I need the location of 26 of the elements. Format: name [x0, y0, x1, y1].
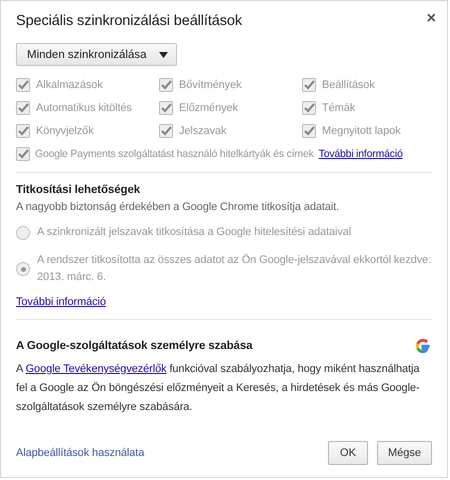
checkbox-label: Bővítmények — [179, 79, 242, 91]
checkbox-label: Előzmények — [179, 102, 238, 114]
radio-label: A szinkronizált jelszavak titkosítása a Google hitelesítési adataival — [37, 225, 352, 240]
more-info-link[interactable]: További információ — [16, 296, 106, 308]
activity-controls-link[interactable]: Google Tevékenységvezérlők — [26, 363, 166, 375]
use-defaults-link[interactable]: Alapbeállítások használata — [16, 447, 144, 459]
personalization-description: A Google Tevékenységvezérlők funkcióval szabályozhatja, hogy miként használhatja fel a Google az Ön böngészési előzményeit a Keresés, a hirdetések és más Google-szolgáltatások személyre szabására. — [16, 362, 421, 415]
close-button[interactable]: × — [426, 11, 436, 27]
google-logo-icon — [414, 337, 432, 355]
dialog-button[interactable]: OK — [328, 441, 368, 465]
dialog-button[interactable]: Mégse — [376, 441, 432, 465]
sync-dropdown[interactable]: Minden szinkronizálása — [16, 43, 177, 66]
checkbox-label: Témák — [322, 102, 356, 114]
checkbox-label: Könyvjelzők — [36, 125, 94, 137]
dialog-title: Speciális szinkronizálási beállítások — [16, 13, 242, 29]
section-heading: A Google-szolgáltatások személyre szabása — [16, 340, 252, 352]
section-description: A nagyobb biztonság érdekében a Google Chrome titkosítja adatait. — [16, 201, 340, 213]
checkbox-label: Beállítások — [322, 79, 375, 91]
radio-label: A rendszer titkosította az összes adatot az Ön Google-jelszavával ekkortól kezdve: 2013. márc. 6. — [37, 252, 432, 285]
checkbox-label: Google Payments szolgáltatást használó hitelkártyák és címek — [35, 148, 314, 160]
checkbox-label: Jelszavak — [179, 125, 226, 137]
checkbox-label: Megnyitott lapok — [322, 125, 400, 137]
caret-icon — [158, 52, 168, 58]
checkbox-label: Automatikus kitöltés — [36, 102, 132, 114]
section-heading: Titkosítási lehetőségek — [16, 184, 142, 196]
checkbox-label: Alkalmazások — [36, 79, 103, 91]
